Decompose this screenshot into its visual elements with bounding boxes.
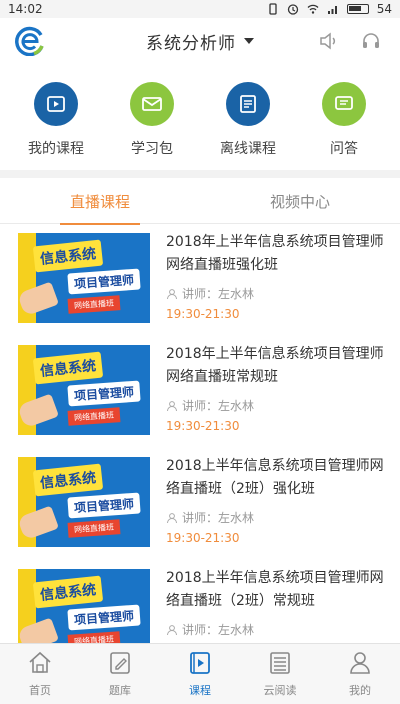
- thumbnail-line2: 项目管理师: [67, 268, 141, 295]
- wifi-icon: [307, 4, 319, 14]
- feature-label: 问答: [330, 141, 358, 157]
- tab-live-courses[interactable]: 直播课程: [0, 178, 200, 225]
- nav-question-bank[interactable]: 题库: [80, 644, 160, 704]
- list-item[interactable]: 信息系统 项目管理师 网络直播班 2018年上半年信息系统项目管理师网络直播班强…: [0, 225, 400, 337]
- vibrate-icon: [269, 3, 277, 15]
- feature-label: 学习包: [131, 141, 173, 157]
- course-title: 2018上半年信息系统项目管理师网络直播班（2班）常规班: [166, 570, 384, 609]
- download-file-icon: [226, 82, 270, 126]
- feature-qa[interactable]: 问答: [302, 82, 386, 162]
- course-title: 2018年上半年信息系统项目管理师网络直播班常规班: [166, 346, 384, 385]
- person-icon: [167, 288, 177, 299]
- battery-level: 54: [376, 2, 392, 16]
- nav-home[interactable]: 首页: [0, 644, 80, 704]
- course-teacher: 讲师：左水林: [166, 285, 254, 302]
- app-logo-icon[interactable]: [14, 26, 46, 56]
- thumbnail-line3: 网络直播班: [67, 295, 121, 314]
- nav-label: 课程: [189, 684, 211, 697]
- thumbnail-line3: 网络直播班: [67, 519, 121, 538]
- thumbnail-line2: 项目管理师: [67, 604, 141, 631]
- nav-courses[interactable]: 课程: [160, 644, 240, 704]
- thumbnail-line2: 项目管理师: [67, 380, 141, 407]
- course-teacher: 讲师：左水林: [166, 621, 254, 638]
- person-icon: [167, 400, 177, 411]
- chevron-down-icon: [244, 38, 254, 44]
- nav-cloud-reading[interactable]: 云阅读: [240, 644, 320, 704]
- feature-offline-courses[interactable]: 离线课程: [206, 82, 290, 162]
- nav-label: 题库: [109, 684, 131, 697]
- status-time: 14:02: [8, 2, 43, 16]
- nav-label: 云阅读: [263, 684, 297, 697]
- feature-study-pack[interactable]: 学习包: [110, 82, 194, 162]
- course-thumbnail: 信息系统 项目管理师 网络直播班: [18, 345, 150, 435]
- alarm-icon: [287, 4, 298, 15]
- person-icon: [167, 512, 177, 523]
- thumbnail-line1: 信息系统: [32, 575, 104, 609]
- edit-icon: [110, 652, 130, 674]
- nav-mine[interactable]: 我的: [320, 644, 400, 704]
- home-icon: [29, 651, 51, 673]
- envelope-icon: [130, 82, 174, 126]
- subject-selector[interactable]: 系统分析师: [146, 29, 254, 54]
- course-time: 19:30-21:30: [166, 419, 240, 433]
- course-icon: [190, 652, 210, 674]
- user-icon: [350, 652, 370, 674]
- signal-icon: [327, 6, 337, 14]
- teacher-name: 讲师：左水林: [182, 287, 255, 301]
- teacher-name: 讲师：左水林: [182, 511, 255, 525]
- app-header: 系统分析师: [0, 18, 400, 64]
- bottom-nav: 首页 题库 课程 云阅读 我的: [0, 643, 400, 704]
- feature-my-courses[interactable]: 我的课程: [14, 82, 98, 162]
- play-video-icon: [34, 82, 78, 126]
- list-item[interactable]: 信息系统 项目管理师 网络直播班 2018年上半年信息系统项目管理师网络直播班常…: [0, 337, 400, 449]
- person-icon: [167, 624, 177, 635]
- thumbnail-line1: 信息系统: [32, 351, 104, 385]
- course-title: 2018年上半年信息系统项目管理师网络直播班强化班: [166, 234, 384, 273]
- course-teacher: 讲师：左水林: [166, 397, 254, 414]
- status-bar: 14:02 54: [0, 0, 400, 18]
- thumbnail-line1: 信息系统: [32, 239, 104, 273]
- feature-label: 我的课程: [28, 141, 84, 157]
- tab-bar: 直播课程 视频中心: [0, 178, 400, 225]
- chat-icon: [322, 82, 366, 126]
- section-divider: [0, 170, 400, 178]
- page-title: 系统分析师: [146, 33, 236, 54]
- teacher-name: 讲师：左水林: [182, 399, 255, 413]
- teacher-name: 讲师：左水林: [182, 623, 255, 637]
- feature-row: 我的课程 学习包 离线课程 问答: [0, 82, 400, 162]
- nav-label: 我的: [349, 684, 371, 697]
- reader-icon: [270, 652, 290, 674]
- speaker-icon[interactable]: [318, 30, 340, 52]
- thumbnail-line3: 网络直播班: [67, 407, 121, 426]
- status-icons: 54: [267, 2, 392, 16]
- list-item[interactable]: 信息系统 项目管理师 网络直播班 2018上半年信息系统项目管理师网络直播班（2…: [0, 449, 400, 561]
- course-time: 19:30-21:30: [166, 531, 240, 545]
- course-title: 2018上半年信息系统项目管理师网络直播班（2班）强化班: [166, 458, 384, 497]
- thumbnail-line1: 信息系统: [32, 463, 104, 497]
- course-teacher: 讲师：左水林: [166, 509, 254, 526]
- battery-icon: [346, 4, 369, 14]
- thumbnail-line2: 项目管理师: [67, 492, 141, 519]
- nav-label: 首页: [29, 684, 51, 697]
- course-time: 19:30-21:30: [166, 307, 240, 321]
- headset-service-icon[interactable]: [360, 30, 382, 52]
- course-thumbnail: 信息系统 项目管理师 网络直播班: [18, 457, 150, 547]
- course-thumbnail: 信息系统 项目管理师 网络直播班: [18, 233, 150, 323]
- tab-video-center[interactable]: 视频中心: [200, 178, 400, 224]
- feature-label: 离线课程: [220, 141, 276, 157]
